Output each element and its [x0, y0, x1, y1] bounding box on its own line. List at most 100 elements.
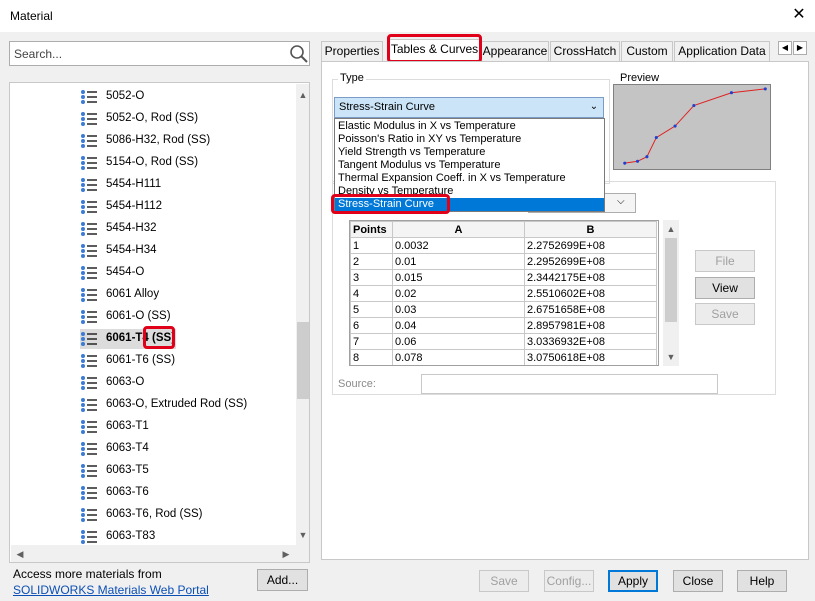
title-bar: Material ✕	[0, 0, 815, 32]
scroll-down-icon[interactable]: ▼	[296, 528, 309, 542]
tab-appearance[interactable]: Appearance	[481, 41, 549, 61]
table-cell[interactable]: 2.6751658E+08	[524, 301, 657, 318]
chevron-down-icon[interactable]: ⌄	[587, 100, 601, 114]
tab-application-data[interactable]: Application Data	[674, 41, 770, 61]
scroll-right-icon[interactable]: ▶	[279, 547, 293, 561]
tree-item-label: 5454-O	[106, 266, 145, 278]
curve-point	[635, 159, 640, 163]
table-cell[interactable]: 0.06	[392, 333, 525, 350]
tree-item-label: 6063-T4	[106, 442, 149, 454]
search-icon[interactable]	[289, 44, 309, 64]
help-button[interactable]: Help	[737, 570, 787, 592]
apply-button[interactable]: Apply	[608, 570, 658, 592]
table-row[interactable]: 8 0.078 3.0750618E+08	[350, 349, 657, 365]
table-cell[interactable]: 8	[350, 349, 393, 365]
material-tree[interactable]: 5052-O 5052-O, Rod (SS) 5086-H32, Rod (SS)…	[9, 82, 310, 563]
preview-label: Preview	[618, 72, 662, 84]
source-input[interactable]	[421, 374, 718, 394]
material-list-icon	[81, 442, 97, 456]
tree-item-label: 5454-H34	[106, 244, 157, 256]
table-cell[interactable]: 0.015	[392, 269, 525, 286]
material-list-icon	[81, 530, 97, 544]
scroll-left-icon[interactable]: ◀	[13, 547, 27, 561]
save-curve-button[interactable]: Save	[695, 303, 755, 325]
dropdown-option[interactable]: Thermal Expansion Coeff. in X vs Tempera…	[338, 172, 566, 184]
table-cell[interactable]: 2.3442175E+08	[524, 269, 657, 286]
close-icon[interactable]: ✕	[790, 5, 808, 25]
material-list-icon	[81, 156, 97, 170]
save-button[interactable]: Save	[479, 570, 529, 592]
table-cell[interactable]: 2.2952699E+08	[524, 253, 657, 270]
table-vertical-scrollbar[interactable]: ▲ ▼	[663, 220, 679, 366]
tab-scroll-right-icon[interactable]: ▶	[793, 41, 807, 55]
table-scroll-thumb[interactable]	[665, 238, 677, 322]
close-button[interactable]: Close	[673, 570, 723, 592]
table-cell[interactable]: 3.0750618E+08	[524, 349, 657, 365]
search-box[interactable]	[9, 41, 310, 66]
table-row[interactable]: 4 0.02 2.5510602E+08	[350, 285, 657, 302]
tab-crosshatch[interactable]: CrossHatch	[550, 41, 620, 61]
config-button[interactable]: Config...	[544, 570, 594, 592]
tree-vertical-scrollbar[interactable]: ▲ ▼	[296, 84, 309, 545]
tree-horizontal-scrollbar[interactable]: ◀ ▶	[11, 545, 309, 562]
curve-point	[729, 91, 734, 95]
file-button[interactable]: File	[695, 250, 755, 272]
table-row[interactable]: 7 0.06 3.0336932E+08	[350, 333, 657, 350]
table-cell[interactable]: 6	[350, 317, 393, 334]
tab-scroll-left-icon[interactable]: ◀	[778, 41, 792, 55]
tree-item-label: 5454-H111	[106, 178, 162, 190]
table-row[interactable]: 1 0.0032 2.2752699E+08	[350, 237, 657, 254]
preview-chart	[613, 84, 771, 170]
table-cell[interactable]: 2	[350, 253, 393, 270]
type-group-label: Type	[338, 72, 366, 84]
table-cell[interactable]: 5	[350, 301, 393, 318]
table-cell[interactable]: 3.0336932E+08	[524, 333, 657, 350]
table-cell[interactable]: 0.01	[392, 253, 525, 270]
dropdown-option[interactable]: Yield Strength vs Temperature	[338, 146, 485, 158]
dropdown-option[interactable]: Tangent Modulus vs Temperature	[338, 159, 500, 171]
scroll-up-icon[interactable]: ▲	[664, 222, 678, 236]
table-row[interactable]: 2 0.01 2.2952699E+08	[350, 253, 657, 270]
material-list-icon	[81, 486, 97, 500]
scroll-down-icon[interactable]: ▼	[664, 350, 678, 364]
tree-scroll-thumb[interactable]	[297, 322, 309, 399]
table-row[interactable]: 3 0.015 2.3442175E+08	[350, 269, 657, 286]
tree-item-label: 5052-O	[106, 90, 145, 102]
tab-properties[interactable]: Properties	[321, 41, 383, 61]
tree-item-label: 6063-O, Extruded Rod (SS)	[106, 398, 248, 410]
table-cell[interactable]: 0.0032	[392, 237, 525, 254]
tree-item-label: 6063-T1	[106, 420, 149, 432]
material-list-icon	[81, 398, 97, 412]
table-row[interactable]: 6 0.04 2.8957981E+08	[350, 317, 657, 334]
source-label: Source:	[338, 378, 376, 390]
table-cell[interactable]: 0.04	[392, 317, 525, 334]
table-cell[interactable]: 0.02	[392, 285, 525, 302]
material-list-icon	[81, 200, 97, 214]
scroll-up-icon[interactable]: ▲	[296, 88, 309, 102]
window-title: Material	[10, 9, 53, 23]
table-cell[interactable]: 4	[350, 285, 393, 302]
table-cell[interactable]: 2.5510602E+08	[524, 285, 657, 302]
chevron-down-icon: ⌵	[617, 196, 625, 207]
material-list-icon	[81, 508, 97, 522]
table-cell[interactable]: 2.8957981E+08	[524, 317, 657, 334]
curve-point	[692, 103, 696, 108]
materials-portal-link[interactable]: SOLIDWORKS Materials Web Portal	[13, 583, 209, 597]
table-cell[interactable]: 0.078	[392, 349, 525, 365]
curve-point	[763, 87, 767, 91]
table-cell[interactable]: 1	[350, 237, 393, 254]
table-cell[interactable]: 3	[350, 269, 393, 286]
search-input[interactable]	[14, 46, 284, 62]
tab-custom[interactable]: Custom	[621, 41, 673, 61]
table-row[interactable]: 5 0.03 2.6751658E+08	[350, 301, 657, 318]
table-cell[interactable]: 7	[350, 333, 393, 350]
stress-strain-table[interactable]: Points A B 1 0.0032 2.2752699E+08 2 0.01 2.2952…	[349, 220, 659, 366]
column-header: B	[524, 221, 657, 238]
table-cell[interactable]: 0.03	[392, 301, 525, 318]
table-cell[interactable]: 2.2752699E+08	[524, 237, 657, 254]
dropdown-option[interactable]: Poisson's Ratio in XY vs Temperature	[338, 133, 521, 145]
add-button[interactable]: Add...	[257, 569, 308, 591]
type-combo[interactable]: Stress-Strain Curve ⌄	[334, 97, 604, 118]
dropdown-option[interactable]: Elastic Modulus in X vs Temperature	[338, 120, 516, 132]
view-button[interactable]: View	[695, 277, 755, 299]
